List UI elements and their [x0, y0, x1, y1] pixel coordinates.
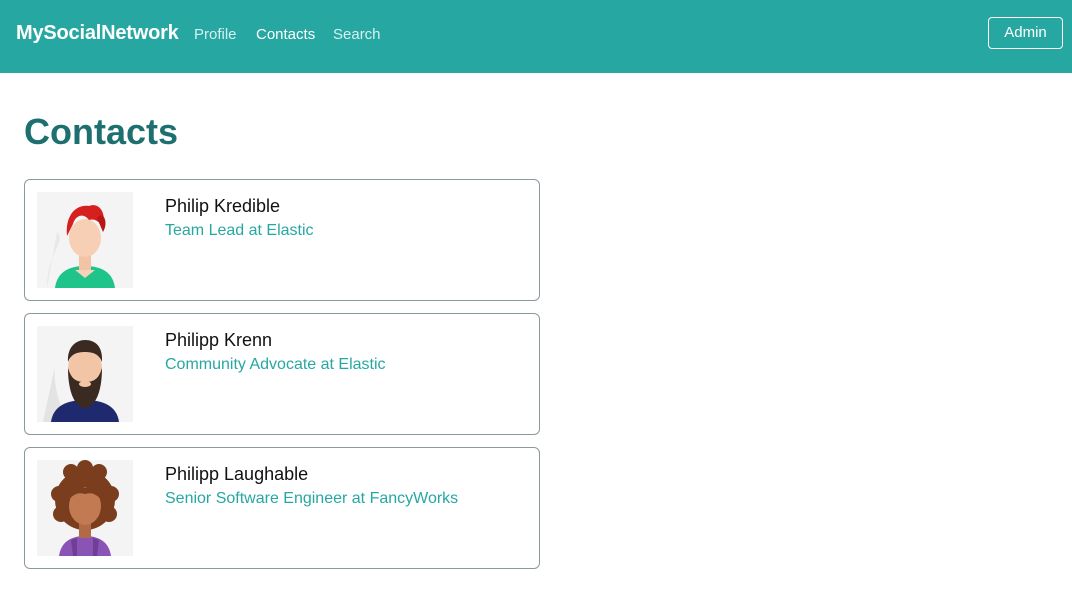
contact-card-philip-kredible[interactable]: Philip Kredible Team Lead at Elastic — [24, 179, 540, 301]
contact-job-title: Community Advocate at Elastic — [165, 356, 386, 373]
nav-link-search[interactable]: Search — [333, 26, 381, 43]
page-title: Contacts — [24, 111, 179, 152]
red-haired-person-avatar-icon — [37, 192, 133, 288]
contact-card-philipp-laughable[interactable]: Philipp Laughable Senior Software Engine… — [24, 447, 540, 569]
contact-name[interactable]: Philipp Laughable — [165, 464, 308, 485]
top-navbar: MySocialNetwork Profile Contacts Search … — [0, 0, 1072, 73]
admin-button[interactable]: Admin — [988, 17, 1063, 49]
nav-link-contacts[interactable]: Contacts — [256, 26, 315, 43]
contact-job-title: Senior Software Engineer at FancyWorks — [165, 490, 459, 507]
contact-name[interactable]: Philipp Krenn — [165, 330, 272, 351]
bearded-man-avatar-icon — [37, 326, 133, 422]
brand-logo-link[interactable]: MySocialNetwork — [16, 22, 179, 45]
contact-job-title: Team Lead at Elastic — [165, 222, 314, 239]
curly-haired-woman-avatar-icon — [37, 460, 133, 556]
contact-card-philipp-krenn[interactable]: Philipp Krenn Community Advocate at Elas… — [24, 313, 540, 435]
contact-name[interactable]: Philip Kredible — [165, 196, 280, 217]
nav-link-profile[interactable]: Profile — [194, 26, 237, 43]
